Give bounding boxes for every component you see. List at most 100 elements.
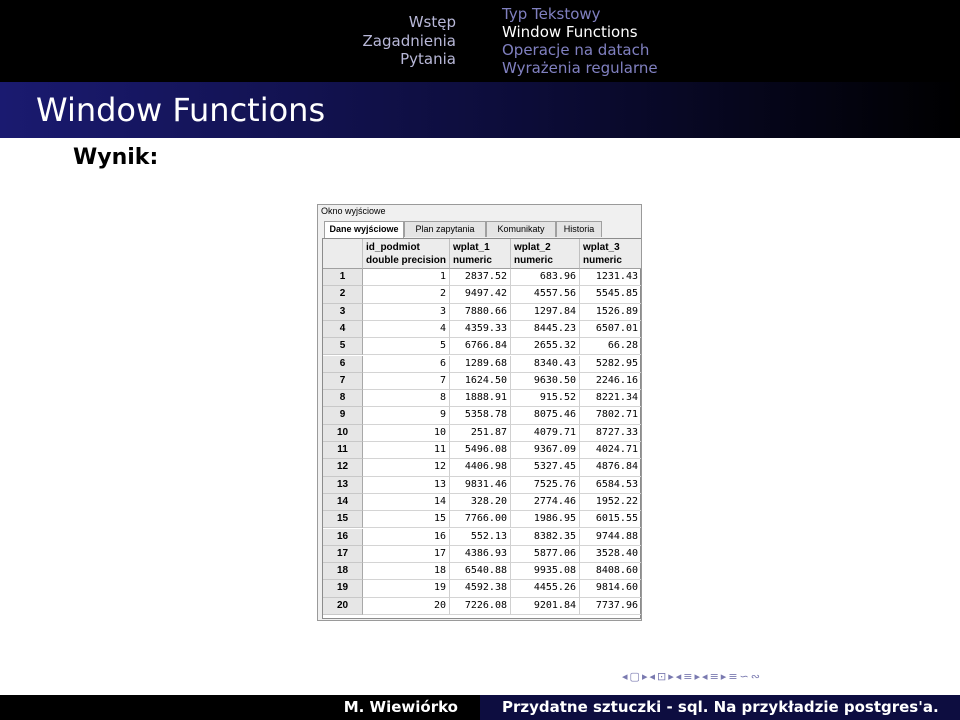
nav-icon[interactable]: ∾ [751, 670, 762, 683]
table-cell[interactable]: 9201.84 [511, 597, 580, 615]
nav-icon[interactable]: ▢ [630, 670, 642, 683]
table-cell[interactable]: 13 [363, 476, 450, 494]
nav-icon[interactable]: ◂ [649, 670, 657, 683]
table-cell[interactable]: 8727.33 [580, 425, 641, 442]
row-number[interactable]: 20 [323, 597, 363, 615]
table-cell[interactable]: 4406.98 [450, 459, 511, 477]
table-cell[interactable]: 5327.45 [511, 459, 580, 477]
table-row[interactable]: 10 10 251.87 4079.71 8727.33 [323, 424, 641, 442]
table-row[interactable]: 1 1 2837.52 683.96 1231.43 [323, 269, 641, 287]
table-row[interactable]: 18 18 6540.88 9935.08 8408.60 [323, 563, 641, 581]
table-cell[interactable]: 8408.60 [580, 563, 641, 581]
row-number[interactable]: 12 [323, 459, 363, 477]
table-cell[interactable]: 9497.42 [450, 286, 511, 304]
table-cell[interactable]: 9831.46 [450, 476, 511, 494]
nav-icon[interactable]: ▸ [695, 670, 703, 683]
table-cell[interactable]: 1986.95 [511, 511, 580, 529]
table-cell[interactable]: 9367.09 [511, 442, 580, 460]
table-cell[interactable]: 66.28 [580, 338, 641, 356]
section-link-zagadnienia[interactable]: Zagadnienia [363, 32, 456, 50]
table-cell[interactable]: 9935.08 [511, 563, 580, 581]
table-row[interactable]: 4 4 4359.33 8445.23 6507.01 [323, 320, 641, 339]
nav-icon[interactable]: ≡ [710, 670, 721, 683]
row-number[interactable]: 1 [323, 269, 363, 287]
table-cell[interactable]: 18 [363, 563, 450, 581]
table-cell[interactable]: 5496.08 [450, 442, 511, 460]
row-number[interactable]: 2 [323, 286, 363, 304]
table-row[interactable]: 5 5 6766.84 2655.32 66.28 [323, 338, 641, 356]
table-cell[interactable]: 1952.22 [580, 494, 641, 512]
table-cell[interactable]: 1231.43 [580, 269, 641, 287]
section-link-wstep[interactable]: Wstęp [409, 13, 456, 31]
nav-icon[interactable]: ⊡ [657, 670, 668, 683]
table-cell[interactable]: 9814.60 [580, 580, 641, 598]
table-cell[interactable]: 1289.68 [450, 355, 511, 373]
table-cell[interactable]: 9744.88 [580, 529, 641, 546]
row-number[interactable]: 17 [323, 545, 363, 564]
table-row[interactable]: 12 12 4406.98 5327.45 4876.84 [323, 459, 641, 477]
subsection-link-wyrazenia-regularne[interactable]: Wyrażenia regularne [502, 59, 658, 77]
table-cell[interactable]: 4 [363, 320, 450, 339]
table-cell[interactable]: 1624.50 [450, 372, 511, 391]
table-row[interactable]: 14 14 328.20 2774.46 1952.22 [323, 493, 641, 512]
row-number[interactable]: 7 [323, 372, 363, 391]
table-cell[interactable]: 7525.76 [511, 476, 580, 494]
nav-icon[interactable]: ∽ [740, 670, 751, 683]
table-row[interactable]: 8 8 1888.91 915.52 8221.34 [323, 390, 641, 408]
row-number[interactable]: 4 [323, 320, 363, 339]
table-cell[interactable]: 7880.66 [450, 303, 511, 321]
table-cell[interactable]: 3528.40 [580, 546, 641, 564]
table-cell[interactable]: 2774.46 [511, 493, 580, 512]
table-row[interactable]: 19 19 4592.38 4455.26 9814.60 [323, 580, 641, 598]
table-cell[interactable]: 1297.84 [511, 303, 580, 321]
tab-plan-zapytania[interactable]: Plan zapytania [404, 221, 486, 237]
table-cell[interactable]: 683.96 [511, 269, 580, 287]
nav-icon[interactable]: ◂ [622, 670, 630, 683]
table-cell[interactable]: 8 [363, 390, 450, 408]
table-row[interactable]: 16 16 552.13 8382.35 9744.88 [323, 528, 641, 546]
table-row[interactable]: 3 3 7880.66 1297.84 1526.89 [323, 303, 641, 321]
table-cell[interactable]: 2246.16 [580, 373, 641, 391]
table-cell[interactable]: 4455.26 [511, 580, 580, 598]
table-cell[interactable]: 19 [363, 580, 450, 598]
table-row[interactable]: 6 6 1289.68 8340.43 5282.95 [323, 355, 641, 373]
row-number[interactable]: 14 [323, 493, 363, 512]
table-cell[interactable]: 552.13 [450, 528, 511, 546]
table-row[interactable]: 9 9 5358.78 8075.46 7802.71 [323, 407, 641, 425]
table-cell[interactable]: 14 [363, 493, 450, 512]
table-cell[interactable]: 9 [363, 407, 450, 425]
table-cell[interactable]: 8445.23 [511, 320, 580, 339]
subsection-link-typ-tekstowy[interactable]: Typ Tekstowy [502, 5, 601, 23]
table-cell[interactable]: 2837.52 [450, 269, 511, 287]
table-cell[interactable]: 7 [363, 372, 450, 391]
table-cell[interactable]: 4024.71 [580, 442, 641, 460]
table-cell[interactable]: 5545.85 [580, 286, 641, 304]
table-cell[interactable]: 1526.89 [580, 304, 641, 321]
table-cell[interactable]: 17 [363, 545, 450, 564]
table-cell[interactable]: 9630.50 [511, 372, 580, 391]
table-cell[interactable]: 3 [363, 303, 450, 321]
table-row[interactable]: 2 2 9497.42 4557.56 5545.85 [323, 286, 641, 304]
table-cell[interactable]: 15 [363, 511, 450, 529]
table-cell[interactable]: 16 [363, 528, 450, 546]
row-number[interactable]: 11 [323, 442, 363, 460]
row-number[interactable]: 6 [323, 355, 363, 373]
table-row[interactable]: 13 13 9831.46 7525.76 6584.53 [323, 476, 641, 494]
table-cell[interactable]: 2655.32 [511, 338, 580, 356]
table-cell[interactable]: 5358.78 [450, 407, 511, 425]
column-header-wplat-3[interactable]: wplat_3 numeric [580, 239, 641, 269]
column-header-id-podmiot[interactable]: id_podmiot double precision [363, 239, 450, 269]
table-cell[interactable]: 8221.34 [580, 390, 641, 408]
row-number[interactable]: 10 [323, 424, 363, 442]
tab-historia[interactable]: Historia [556, 221, 602, 237]
table-cell[interactable]: 2 [363, 286, 450, 304]
table-cell[interactable]: 8075.46 [511, 407, 580, 425]
table-cell[interactable]: 251.87 [450, 424, 511, 442]
table-row[interactable]: 20 20 7226.08 9201.84 7737.96 [323, 597, 641, 615]
table-cell[interactable]: 915.52 [511, 390, 580, 408]
nav-icon[interactable]: ◂ [702, 670, 710, 683]
table-cell[interactable]: 6 [363, 355, 450, 373]
tab-komunikaty[interactable]: Komunikaty [486, 221, 556, 237]
table-cell[interactable]: 7766.00 [450, 511, 511, 529]
row-number[interactable]: 13 [323, 476, 363, 494]
